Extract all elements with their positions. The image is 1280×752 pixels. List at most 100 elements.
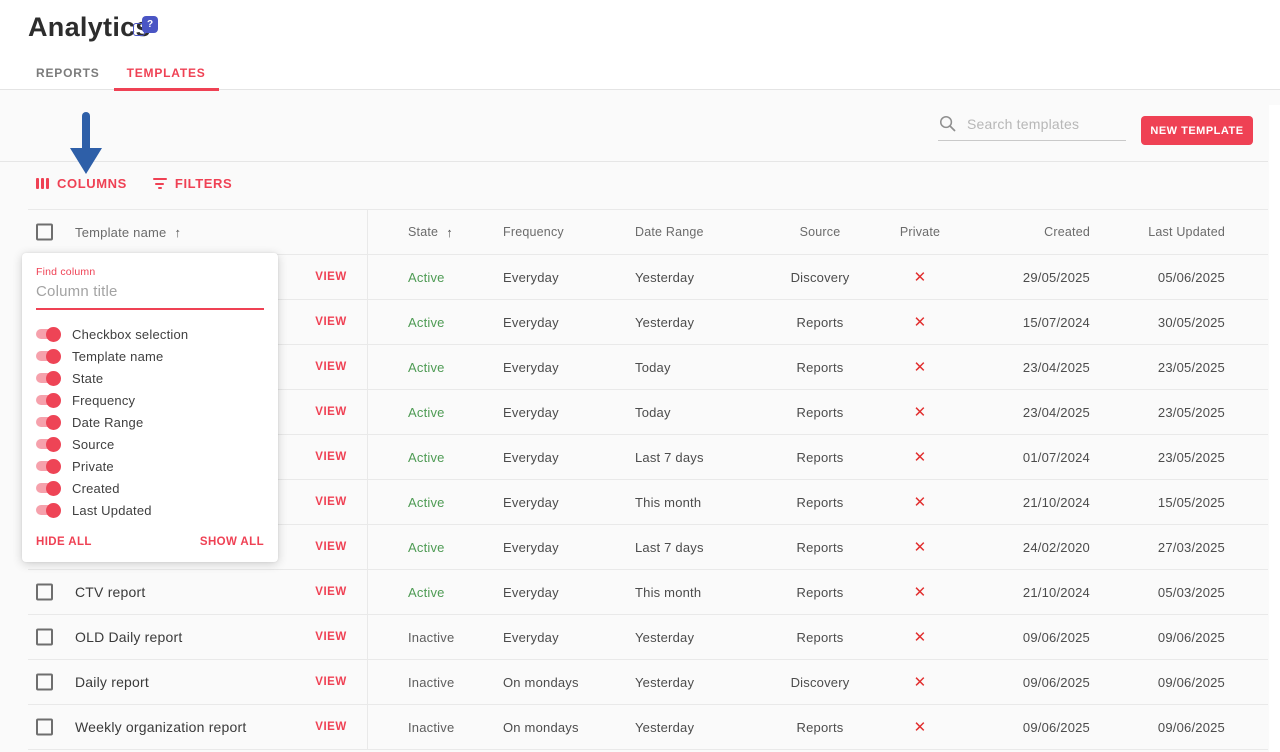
content-area: NEW TEMPLATE COLUMNS FILTERS Template na… <box>0 90 1280 752</box>
view-link[interactable]: VIEW <box>303 631 359 643</box>
column-toggle-label: Source <box>72 437 114 452</box>
column-toggle[interactable]: Checkbox selection <box>36 323 264 345</box>
state-badge: Inactive <box>408 675 454 690</box>
column-toggle[interactable]: Source <box>36 433 264 455</box>
column-toggle-label: Template name <box>72 349 163 364</box>
view-link[interactable]: VIEW <box>303 406 359 418</box>
sort-asc-icon: ↑ <box>446 225 453 240</box>
last-updated-cell: 23/05/2025 <box>1100 345 1268 389</box>
column-toggle-label: Date Range <box>72 415 143 430</box>
column-toggle[interactable]: Frequency <box>36 389 264 411</box>
last-updated-cell: 27/03/2025 <box>1100 525 1268 569</box>
view-link[interactable]: VIEW <box>303 721 359 733</box>
column-toggle-label: Frequency <box>72 393 135 408</box>
view-link[interactable]: VIEW <box>303 676 359 688</box>
view-link[interactable]: VIEW <box>303 271 359 283</box>
view-link[interactable]: VIEW <box>303 496 359 508</box>
toggle-switch-on[interactable] <box>36 373 59 383</box>
row-checkbox[interactable] <box>36 674 53 691</box>
source-cell: Discovery <box>760 255 880 299</box>
hide-all-button[interactable]: HIDE ALL <box>36 536 92 548</box>
col-header-date-range[interactable]: Date Range <box>610 210 760 254</box>
table-row: Daily report VIEW Inactive On mondays Ye… <box>28 660 1268 705</box>
view-link[interactable]: VIEW <box>303 316 359 328</box>
source-cell: Reports <box>760 570 880 614</box>
last-updated-cell: 23/05/2025 <box>1100 390 1268 434</box>
tab-templates[interactable]: TEMPLATES <box>114 56 219 90</box>
page-right-edge <box>1269 105 1280 752</box>
columns-button[interactable]: COLUMNS <box>36 176 127 191</box>
source-cell: Reports <box>760 705 880 749</box>
last-updated-cell: 23/05/2025 <box>1100 435 1268 479</box>
view-link[interactable]: VIEW <box>303 586 359 598</box>
column-toggle[interactable]: Date Range <box>36 411 264 433</box>
search-input[interactable] <box>967 116 1117 132</box>
column-toggle[interactable]: Private <box>36 455 264 477</box>
column-toggle[interactable]: Created <box>36 477 264 499</box>
toggle-switch-on[interactable] <box>36 505 59 515</box>
columns-icon <box>36 178 49 189</box>
toggle-switch-on[interactable] <box>36 439 59 449</box>
state-badge: Active <box>408 270 445 285</box>
col-header-last-updated[interactable]: Last Updated <box>1100 210 1268 254</box>
col-header-state[interactable]: State ↑ <box>368 210 470 254</box>
created-cell: 21/10/2024 <box>960 480 1100 524</box>
toggle-switch-on[interactable] <box>36 417 59 427</box>
last-updated-cell: 09/06/2025 <box>1100 660 1268 704</box>
frequency-cell: Everyday <box>470 615 610 659</box>
date-range-cell: This month <box>610 480 760 524</box>
template-name: Daily report <box>75 674 149 690</box>
created-cell: 09/06/2025 <box>960 660 1100 704</box>
toggle-switch-on[interactable] <box>36 395 59 405</box>
date-range-cell: Today <box>610 345 760 389</box>
column-toggle[interactable]: State <box>36 367 264 389</box>
state-badge: Active <box>408 360 445 375</box>
tab-bar: REPORTS TEMPLATES <box>36 56 219 90</box>
find-column-label: Find column <box>36 266 264 278</box>
show-all-button[interactable]: SHOW ALL <box>200 536 264 548</box>
view-link[interactable]: VIEW <box>303 541 359 553</box>
created-cell: 09/06/2025 <box>960 615 1100 659</box>
table-row: OLD Daily report VIEW Inactive Everyday … <box>28 615 1268 660</box>
column-title-input[interactable] <box>36 278 264 310</box>
column-toggle-label: Created <box>72 481 120 496</box>
toggle-switch-on[interactable] <box>36 329 59 339</box>
search-icon <box>938 114 957 133</box>
date-range-cell: Yesterday <box>610 300 760 344</box>
frequency-cell: On mondays <box>470 705 610 749</box>
row-checkbox[interactable] <box>36 719 53 736</box>
date-range-cell: Yesterday <box>610 255 760 299</box>
toggle-switch-on[interactable] <box>36 461 59 471</box>
frequency-cell: Everyday <box>470 480 610 524</box>
view-link[interactable]: VIEW <box>303 451 359 463</box>
row-checkbox[interactable] <box>36 584 53 601</box>
state-badge: Active <box>408 540 445 555</box>
col-header-private[interactable]: Private <box>880 210 960 254</box>
created-cell: 29/05/2025 <box>960 255 1100 299</box>
help-icon[interactable]: ? <box>133 16 159 41</box>
toggle-switch-on[interactable] <box>36 483 59 493</box>
search-templates <box>938 114 1126 141</box>
table-row: Weekly organization report VIEW Inactive… <box>28 705 1268 750</box>
column-toggle-list: Checkbox selection Template name State F… <box>36 323 264 521</box>
frequency-cell: Everyday <box>470 345 610 389</box>
col-header-source[interactable]: Source <box>760 210 880 254</box>
select-all-checkbox[interactable] <box>36 224 53 241</box>
source-cell: Reports <box>760 480 880 524</box>
toggle-switch-on[interactable] <box>36 351 59 361</box>
filters-button[interactable]: FILTERS <box>153 176 232 191</box>
col-header-created[interactable]: Created <box>960 210 1100 254</box>
tab-reports[interactable]: REPORTS <box>36 56 100 90</box>
frequency-cell: Everyday <box>470 525 610 569</box>
row-checkbox[interactable] <box>36 629 53 646</box>
new-template-button[interactable]: NEW TEMPLATE <box>1141 116 1253 145</box>
column-toggle[interactable]: Template name <box>36 345 264 367</box>
date-range-cell: Yesterday <box>610 660 760 704</box>
col-header-frequency[interactable]: Frequency <box>470 210 610 254</box>
column-toggle[interactable]: Last Updated <box>36 499 264 521</box>
created-cell: 09/06/2025 <box>960 705 1100 749</box>
state-badge: Inactive <box>408 720 454 735</box>
view-link[interactable]: VIEW <box>303 361 359 373</box>
col-header-template-name[interactable]: Template name ↑ <box>28 210 368 254</box>
source-cell: Reports <box>760 300 880 344</box>
